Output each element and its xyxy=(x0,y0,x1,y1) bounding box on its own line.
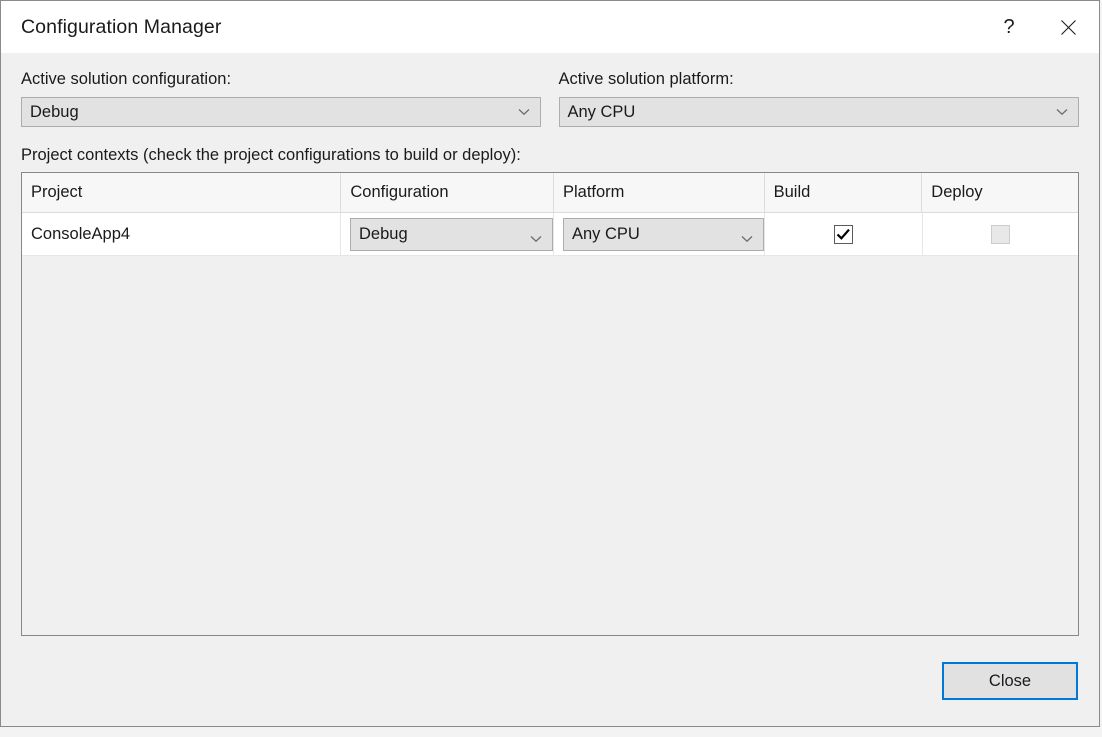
column-header-configuration[interactable]: Configuration xyxy=(341,173,554,212)
grid-header-row: Project Configuration Platform Build Dep… xyxy=(22,173,1078,213)
build-checkbox[interactable] xyxy=(834,225,853,244)
close-window-button[interactable] xyxy=(1037,1,1099,53)
row-configuration-value: Debug xyxy=(351,225,408,244)
cell-project-name[interactable]: ConsoleApp4 xyxy=(22,213,341,255)
dialog-footer: Close xyxy=(21,648,1079,726)
title-bar: Configuration Manager ? xyxy=(1,1,1099,53)
chevron-down-icon xyxy=(741,230,753,238)
active-solution-configuration-group: Active solution configuration: Debug xyxy=(21,70,541,127)
active-solution-configuration-label: Active solution configuration: xyxy=(21,70,541,89)
active-solution-configuration-combobox[interactable]: Debug xyxy=(21,97,541,127)
chevron-down-icon xyxy=(1056,108,1068,116)
close-icon xyxy=(1060,19,1077,36)
active-solution-platform-combobox[interactable]: Any CPU xyxy=(559,97,1080,127)
cell-deploy xyxy=(923,213,1079,255)
column-header-deploy[interactable]: Deploy xyxy=(922,173,1078,212)
project-contexts-grid: Project Configuration Platform Build Dep… xyxy=(21,172,1079,636)
chevron-down-icon xyxy=(530,230,542,238)
table-row[interactable]: ConsoleApp4 Debug Any CPU xyxy=(22,213,1078,256)
row-platform-value: Any CPU xyxy=(564,225,640,244)
question-mark-icon: ? xyxy=(1003,17,1014,37)
column-header-project[interactable]: Project xyxy=(22,173,341,212)
project-name-text: ConsoleApp4 xyxy=(31,225,130,244)
cell-configuration: Debug xyxy=(341,213,554,255)
active-solution-configuration-value: Debug xyxy=(22,103,79,122)
deploy-checkbox xyxy=(991,225,1010,244)
row-platform-combobox[interactable]: Any CPU xyxy=(563,218,764,251)
cell-platform: Any CPU xyxy=(554,213,765,255)
column-header-platform[interactable]: Platform xyxy=(554,173,765,212)
solution-settings-row: Active solution configuration: Debug Act… xyxy=(21,53,1079,127)
close-button[interactable]: Close xyxy=(942,662,1078,700)
dialog-body: Active solution configuration: Debug Act… xyxy=(1,53,1099,726)
row-configuration-combobox[interactable]: Debug xyxy=(350,218,553,251)
cell-build xyxy=(765,213,923,255)
active-solution-platform-label: Active solution platform: xyxy=(559,70,1080,89)
help-button[interactable]: ? xyxy=(981,1,1037,53)
project-contexts-label: Project contexts (check the project conf… xyxy=(21,146,1079,165)
column-header-build[interactable]: Build xyxy=(765,173,923,212)
configuration-manager-dialog: Configuration Manager ? Active solution … xyxy=(0,0,1100,727)
window-title: Configuration Manager xyxy=(21,16,221,39)
checkmark-icon xyxy=(836,228,851,241)
chevron-down-icon xyxy=(518,108,530,116)
active-solution-platform-value: Any CPU xyxy=(560,103,636,122)
active-solution-platform-group: Active solution platform: Any CPU xyxy=(559,70,1080,127)
title-bar-buttons: ? xyxy=(981,1,1099,53)
